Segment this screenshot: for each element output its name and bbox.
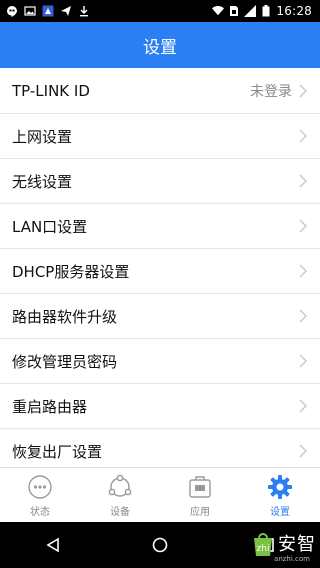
settings-item-internet[interactable]: 上网设置 <box>0 114 320 159</box>
settings-item-lan[interactable]: LAN口设置 <box>0 204 320 249</box>
back-button[interactable] <box>33 525 73 565</box>
settings-item-wireless[interactable]: 无线设置 <box>0 159 320 204</box>
chevron-right-icon <box>299 84 307 98</box>
app-header: 设置 <box>0 22 320 68</box>
settings-item-label: TP-LINK ID <box>12 82 90 100</box>
sim-icon <box>228 5 240 17</box>
settings-item-dhcp[interactable]: DHCP服务器设置 <box>0 249 320 294</box>
home-circle-icon <box>152 537 168 553</box>
back-triangle-icon <box>46 537 60 553</box>
svg-text:zhi: zhi <box>257 544 270 554</box>
tab-label: 设备 <box>110 506 130 518</box>
wifi-icon <box>212 5 225 17</box>
settings-item-label: DHCP服务器设置 <box>12 262 130 281</box>
chevron-right-icon <box>299 129 307 143</box>
clock-time: 16:28 <box>276 4 312 18</box>
tab-settings[interactable]: 设置 <box>240 468 320 523</box>
settings-item-label: 修改管理员密码 <box>12 352 118 371</box>
tab-devices[interactable]: 设备 <box>80 468 160 523</box>
chevron-right-icon <box>299 174 307 188</box>
hangouts-icon <box>6 5 18 17</box>
tab-apps[interactable]: 应用 <box>160 468 240 523</box>
status-icon <box>28 474 52 499</box>
gear-icon <box>268 474 292 499</box>
settings-item-label: 上网设置 <box>12 127 73 146</box>
settings-item-firmware-upgrade[interactable]: 路由器软件升级 <box>0 294 320 339</box>
settings-item-label: LAN口设置 <box>12 217 88 236</box>
tab-label: 设置 <box>270 506 290 518</box>
download-icon <box>78 5 90 17</box>
app-icon <box>42 5 54 17</box>
chevron-right-icon <box>299 444 307 458</box>
watermark-subtext: anzhi.com <box>274 555 310 563</box>
send-icon <box>60 5 72 17</box>
status-bar: 16:28 <box>0 0 320 22</box>
login-status-value: 未登录 <box>250 84 292 100</box>
image-icon <box>24 5 36 17</box>
chevron-right-icon <box>299 219 307 233</box>
settings-list: TP-LINK ID 未登录 上网设置 无线设置 LAN口设置 DHCP服务器设… <box>0 69 320 474</box>
chevron-right-icon <box>299 354 307 368</box>
watermark-text: 安智 <box>278 534 316 555</box>
settings-item-label: 无线设置 <box>12 172 73 191</box>
signal-icon <box>244 5 257 17</box>
chevron-right-icon <box>299 264 307 278</box>
tab-status[interactable]: 状态 <box>0 468 80 523</box>
home-button[interactable] <box>140 525 180 565</box>
settings-item-tplink-id[interactable]: TP-LINK ID 未登录 <box>0 69 320 114</box>
anzhi-logo-icon: zhi <box>254 533 272 556</box>
chevron-right-icon <box>299 309 307 323</box>
page-title: 设置 <box>143 37 177 58</box>
apps-icon <box>189 475 211 498</box>
settings-item-label: 恢复出厂设置 <box>12 442 103 461</box>
battery-icon <box>260 5 272 17</box>
settings-item-reboot[interactable]: 重启路由器 <box>0 384 320 429</box>
chevron-right-icon <box>299 399 307 413</box>
bottom-tab-bar: 状态 设备 应用 设置 <box>0 467 320 523</box>
tab-label: 应用 <box>190 506 210 518</box>
anzhi-watermark: zhi 安智 anzhi.com <box>250 528 316 563</box>
settings-item-label: 路由器软件升级 <box>12 307 118 326</box>
devices-icon <box>108 474 132 497</box>
settings-item-label: 重启路由器 <box>12 397 88 416</box>
tab-label: 状态 <box>30 506 50 518</box>
settings-item-admin-password[interactable]: 修改管理员密码 <box>0 339 320 384</box>
